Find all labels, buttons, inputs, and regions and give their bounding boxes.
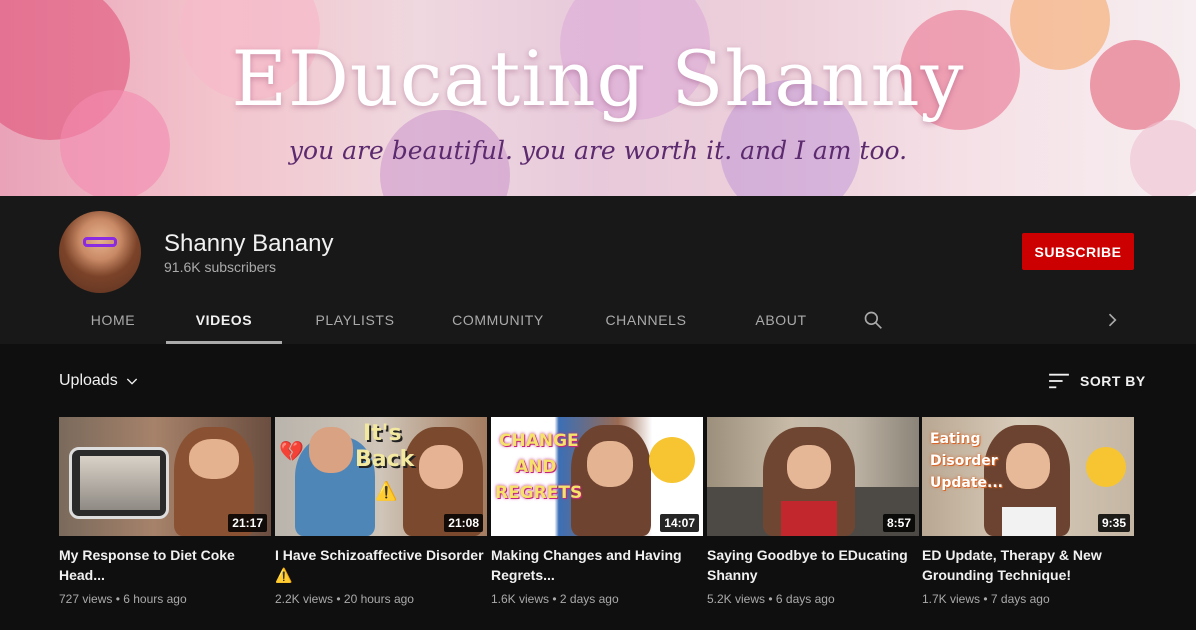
- meta-separator: •: [112, 592, 124, 606]
- meta-separator: •: [765, 592, 776, 606]
- shirt-image: [781, 501, 837, 536]
- video-meta: 1.7K views • 7 days ago: [922, 592, 1134, 606]
- tab-home[interactable]: HOME: [60, 296, 166, 344]
- video-duration: 14:07: [660, 514, 699, 532]
- thumbnail-caption: REGRETS: [495, 483, 583, 503]
- face-image: [419, 445, 463, 489]
- video-duration: 21:17: [228, 514, 267, 532]
- tab-videos[interactable]: VIDEOS: [166, 296, 282, 344]
- banner-title: EDucating Shanny: [231, 34, 965, 123]
- video-title[interactable]: My Response to Diet Coke Head...: [59, 545, 271, 585]
- thumbnail-caption: Update...: [930, 475, 1004, 491]
- face-image: [309, 427, 353, 473]
- view-count: 727 views: [59, 592, 113, 606]
- video-card[interactable]: It's Back 💔 ⚠️ 21:08 I Have Schizoaffect…: [275, 417, 487, 606]
- video-thumbnail[interactable]: 21:17: [59, 417, 271, 536]
- meta-separator: •: [333, 592, 344, 606]
- face-image: [1006, 443, 1050, 489]
- upload-age: 2 days ago: [559, 592, 619, 606]
- face-image: [587, 441, 633, 487]
- thumbnail-caption: Disorder: [930, 453, 998, 469]
- video-card[interactable]: 8:57 Saying Goodbye to EDucating Shanny …: [707, 417, 919, 606]
- search-icon[interactable]: [863, 310, 883, 330]
- channel-header: Shanny Banany 91.6K subscribers SUBSCRIB…: [0, 196, 1196, 344]
- thumbnail-caption: Back: [355, 447, 415, 472]
- video-title[interactable]: I Have Schizoaffective Disorder ⚠️: [275, 545, 487, 585]
- chevron-right-icon[interactable]: [1102, 310, 1122, 330]
- view-count: 1.7K views: [922, 592, 981, 606]
- thumbnail-caption: AND: [515, 457, 557, 477]
- thumbnail-caption: CHANGE: [499, 431, 579, 451]
- view-count: 2.2K views: [275, 592, 334, 606]
- upload-age: 7 days ago: [990, 592, 1050, 606]
- broken-heart-icon: 💔: [279, 441, 304, 463]
- video-thumbnail[interactable]: It's Back 💔 ⚠️ 21:08: [275, 417, 487, 536]
- video-duration: 8:57: [882, 514, 915, 532]
- sort-by-button[interactable]: SORT BY: [1048, 372, 1146, 390]
- uploads-dropdown[interactable]: Uploads: [59, 372, 140, 390]
- frustrated-emoji-icon: [649, 437, 695, 483]
- uploads-label: Uploads: [59, 372, 118, 389]
- upload-age: 6 hours ago: [123, 592, 187, 606]
- video-meta: 727 views • 6 hours ago: [59, 592, 271, 606]
- video-title[interactable]: Making Changes and Having Regrets...: [491, 545, 703, 585]
- phone-image: [69, 447, 169, 519]
- chevron-down-icon: [126, 378, 137, 385]
- video-duration: 9:35: [1097, 514, 1130, 532]
- thumbnail-caption: Eating: [930, 431, 981, 447]
- channel-banner: EDucating Shanny you are beautiful. you …: [0, 0, 1196, 196]
- video-meta: 2.2K views • 20 hours ago: [275, 592, 487, 606]
- meta-separator: •: [980, 592, 991, 606]
- upload-age: 20 hours ago: [343, 592, 414, 606]
- meta-separator: •: [549, 592, 560, 606]
- face-image: [787, 445, 831, 489]
- view-count: 5.2K views: [707, 592, 766, 606]
- banner-subtitle: you are beautiful. you are worth it. and…: [288, 136, 908, 165]
- videos-section: Uploads SORT BY 21:17 My Response to Die…: [0, 344, 1196, 630]
- view-count: 1.6K views: [491, 592, 550, 606]
- channel-name: Shanny Banany: [164, 230, 334, 257]
- video-card[interactable]: Eating Disorder Update... 9:35 ED Update…: [922, 417, 1134, 606]
- video-thumbnail[interactable]: 8:57: [707, 417, 919, 536]
- video-meta: 5.2K views • 6 days ago: [707, 592, 919, 606]
- subscriber-count: 91.6K subscribers: [164, 259, 277, 275]
- sort-icon: [1049, 373, 1069, 389]
- glasses-decoration: [83, 237, 117, 247]
- face-image: [189, 439, 239, 479]
- tab-community[interactable]: COMMUNITY: [440, 296, 556, 344]
- thumbnail-caption: It's: [363, 421, 402, 446]
- video-title[interactable]: ED Update, Therapy & New Grounding Techn…: [922, 545, 1134, 585]
- video-meta: 1.6K views • 2 days ago: [491, 592, 703, 606]
- channel-tabs: HOME VIDEOS PLAYLISTS COMMUNITY CHANNELS…: [60, 296, 1140, 344]
- video-card[interactable]: CHANGE AND REGRETS 14:07 Making Changes …: [491, 417, 703, 606]
- shirt-image: [1002, 507, 1056, 536]
- upload-age: 6 days ago: [775, 592, 835, 606]
- grimacing-emoji-icon: [1086, 447, 1126, 487]
- video-title[interactable]: Saying Goodbye to EDucating Shanny: [707, 545, 919, 585]
- video-duration: 21:08: [444, 514, 483, 532]
- warning-icon: ⚠️: [375, 481, 398, 501]
- tab-playlists[interactable]: PLAYLISTS: [300, 296, 410, 344]
- video-thumbnail[interactable]: CHANGE AND REGRETS 14:07: [491, 417, 703, 536]
- video-card[interactable]: 21:17 My Response to Diet Coke Head... 7…: [59, 417, 271, 606]
- tab-channels[interactable]: CHANNELS: [596, 296, 696, 344]
- channel-avatar[interactable]: [59, 211, 141, 293]
- tab-about[interactable]: ABOUT: [736, 296, 826, 344]
- sort-by-label: SORT BY: [1080, 373, 1146, 389]
- video-thumbnail[interactable]: Eating Disorder Update... 9:35: [922, 417, 1134, 536]
- subscribe-button[interactable]: SUBSCRIBE: [1022, 233, 1134, 270]
